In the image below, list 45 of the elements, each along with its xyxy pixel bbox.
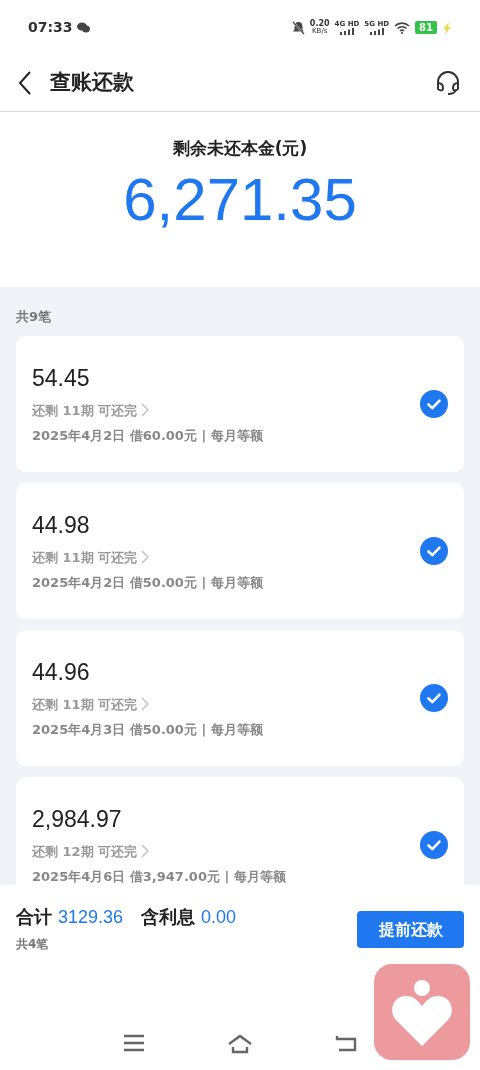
loan-detail: 2025年4月2日 借50.00元 | 每月等额 [32, 574, 263, 592]
interest-label: 含利息 [141, 905, 196, 929]
remaining-periods: 还剩 11期 可还完 [32, 401, 138, 420]
remaining-periods: 还剩 11期 可还完 [32, 695, 138, 714]
checkbox[interactable] [420, 831, 448, 859]
checkbox[interactable] [420, 390, 448, 418]
loan-amount: 54.45 [32, 363, 91, 393]
remaining-periods: 还剩 12期 可还完 [32, 842, 138, 861]
loan-count: 共9笔 [16, 309, 53, 325]
bell-muted-icon [291, 20, 305, 35]
remaining-periods: 还剩 11期 可还完 [32, 548, 138, 567]
clock: 07:33 [28, 18, 73, 37]
back-nav-icon[interactable] [335, 1034, 357, 1052]
wifi-icon [394, 21, 411, 34]
page-title: 查账还款 [50, 69, 134, 97]
loan-detail: 2025年4月6日 借3,947.00元 | 每月等额 [32, 868, 286, 885]
total-amount: 3129.36 [58, 906, 124, 929]
network-speed: 0.20 [309, 20, 330, 28]
interest-amount: 0.00 [201, 906, 237, 929]
remaining-principal: 6,271.35 [123, 164, 357, 235]
summary-label: 剩余未还本金(元) [172, 137, 308, 160]
loan-detail: 2025年4月2日 借60.00元 | 每月等额 [32, 427, 263, 445]
loan-card[interactable]: 2,984.97 还剩 12期 可还完 2025年4月6日 借3,947.00元 | 每月等额 [16, 777, 464, 885]
home-icon[interactable] [227, 1034, 253, 1054]
checkbox[interactable] [420, 684, 448, 712]
loan-detail: 2025年4月3日 借50.00元 | 每月等额 [32, 721, 263, 739]
selected-count: 共4笔 [16, 936, 50, 953]
heart-app-icon[interactable] [374, 964, 470, 1060]
loan-card[interactable]: 44.96 还剩 11期 可还完 2025年4月3日 借50.00元 | 每月等额 [16, 630, 464, 766]
back-icon[interactable] [16, 70, 34, 96]
battery-indicator: 81 [415, 21, 437, 34]
chat-icon [76, 22, 90, 33]
headset-icon[interactable] [434, 69, 462, 97]
menu-icon[interactable] [123, 1034, 145, 1052]
loan-amount: 44.96 [32, 657, 91, 687]
loan-card[interactable]: 54.45 还剩 11期 可还完 2025年4月2日 借60.00元 | 每月等额 [16, 336, 464, 472]
loan-card[interactable]: 44.98 还剩 11期 可还完 2025年4月2日 借50.00元 | 每月等额 [16, 483, 464, 619]
signal-icon [368, 27, 385, 35]
checkbox[interactable] [420, 537, 448, 565]
charging-icon [442, 21, 452, 34]
prepay-button[interactable]: 提前还款 [357, 911, 464, 948]
total-label: 合计 [16, 905, 52, 929]
signal-icon [338, 27, 355, 35]
loan-amount: 2,984.97 [32, 804, 123, 834]
loan-amount: 44.98 [32, 510, 91, 540]
